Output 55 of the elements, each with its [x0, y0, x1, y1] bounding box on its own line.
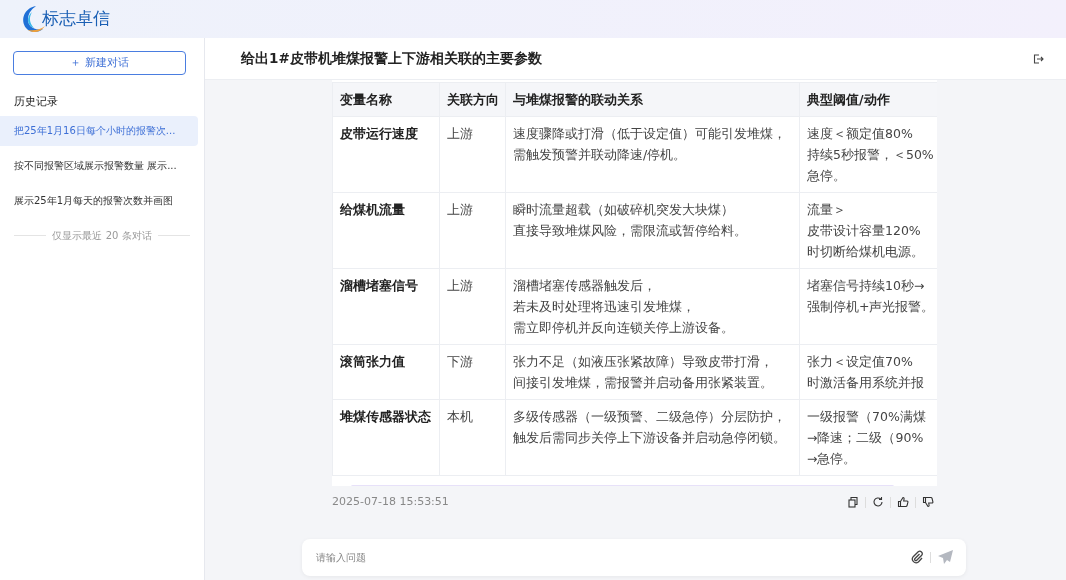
cell-text: 上游 — [447, 277, 474, 295]
cell-text: 流量＞ — [807, 201, 847, 219]
variable-name: 给煤机流量 — [340, 201, 406, 219]
cell-text: 急停。 — [807, 167, 847, 185]
cell-text: 需立即停机并反向连锁关停上游设备。 — [513, 319, 735, 337]
logout-icon[interactable] — [1032, 52, 1044, 65]
variable-name: 皮带运行速度 — [340, 125, 419, 143]
cell-text: 皮带设计容量120% — [807, 222, 922, 240]
cell-text: →降速；二级（90% — [807, 429, 925, 447]
history-item[interactable]: 展示25年1月每天的报警次数并画图 — [0, 185, 198, 216]
cell-text: 需触发预警并联动降速/停机。 — [513, 146, 688, 164]
column-header: 关联方向 — [439, 82, 506, 117]
cell-text: 上游 — [447, 125, 474, 143]
cell-text: 张力不足（如液压张紧故障）导致皮带打滑， — [513, 353, 774, 371]
column-header: 典型阈值/动作 — [799, 82, 937, 117]
chat-title: 给出1#皮带机堆煤报警上下游相关联的主要参数 — [241, 49, 542, 69]
cell-text: 瞬时流量超载（如破碎机突发大块煤） — [513, 201, 735, 219]
question-field[interactable]: 请输入问题 — [302, 538, 966, 576]
cell-text: 上游 — [447, 201, 474, 219]
cell-text: 直接导致堆煤风险，需限流或暂停给料。 — [513, 222, 748, 240]
cell-text: 张力＜设定值70% — [807, 353, 914, 371]
question-input[interactable]: 请输入问题 — [314, 548, 904, 566]
history-label: 历史记录 — [14, 94, 59, 109]
copy-icon[interactable] — [847, 496, 859, 509]
logo-text: 标志卓信 — [42, 7, 110, 31]
cell-text: 时切断给煤机电源。 — [807, 243, 925, 261]
history-item[interactable]: 把25年1月16日每个小时的报警次... — [0, 115, 198, 146]
message-timestamp: 2025-07-18 15:53:51 — [332, 494, 449, 510]
cell-text: 速度＜额定值80% — [807, 125, 914, 143]
column-header: 与堆煤报警的联动关系 — [505, 82, 800, 117]
variable-name: 堆煤传感器状态 — [340, 408, 432, 426]
cell-text: 时激活备用系统并报 — [807, 374, 925, 392]
cell-text: 堵塞信号持续10秒→ — [807, 277, 926, 295]
cell-text: 一级报警（70%满煤 — [807, 408, 927, 426]
thumbs-up-icon[interactable] — [897, 496, 909, 509]
cell-text: 溜槽堵塞传感器触发后， — [513, 277, 657, 295]
paperclip-icon[interactable] — [910, 550, 924, 564]
cell-text: 若未及时处理将迅速引发堆煤， — [513, 298, 696, 316]
cell-text: 下游 — [447, 353, 474, 371]
history-item[interactable]: 按不同报警区域展示报警数量 展示... — [0, 150, 198, 181]
cell-text: 持续5秒报警，＜50% — [807, 146, 935, 164]
history-note: 仅显示最近 20 条对话 — [52, 228, 152, 243]
refresh-icon[interactable] — [872, 496, 884, 509]
cell-text: 多级传感器（一级预警、二级急停）分层防护， — [513, 408, 787, 426]
column-header: 变量名称 — [332, 82, 440, 117]
variable-name: 滚筒张力值 — [340, 353, 406, 371]
new-chat-button[interactable]: ＋ 新建对话 — [13, 51, 186, 75]
variable-name: 溜槽堵塞信号 — [340, 277, 419, 295]
cell-text: 本机 — [447, 408, 474, 426]
cell-text: 强制停机+声光报警。 — [807, 298, 936, 316]
cell-text: 触发后需同步关停上下游设备并启动急停闭锁。 — [513, 429, 787, 447]
cell-text: 速度骤降或打滑（低于设定值）可能引发堆煤， — [513, 125, 787, 143]
thumbs-down-icon[interactable] — [922, 496, 934, 509]
cell-text: 间接引发堆煤，需报警并启动备用张紧装置。 — [513, 374, 774, 392]
cell-text: →急停。 — [807, 450, 858, 468]
